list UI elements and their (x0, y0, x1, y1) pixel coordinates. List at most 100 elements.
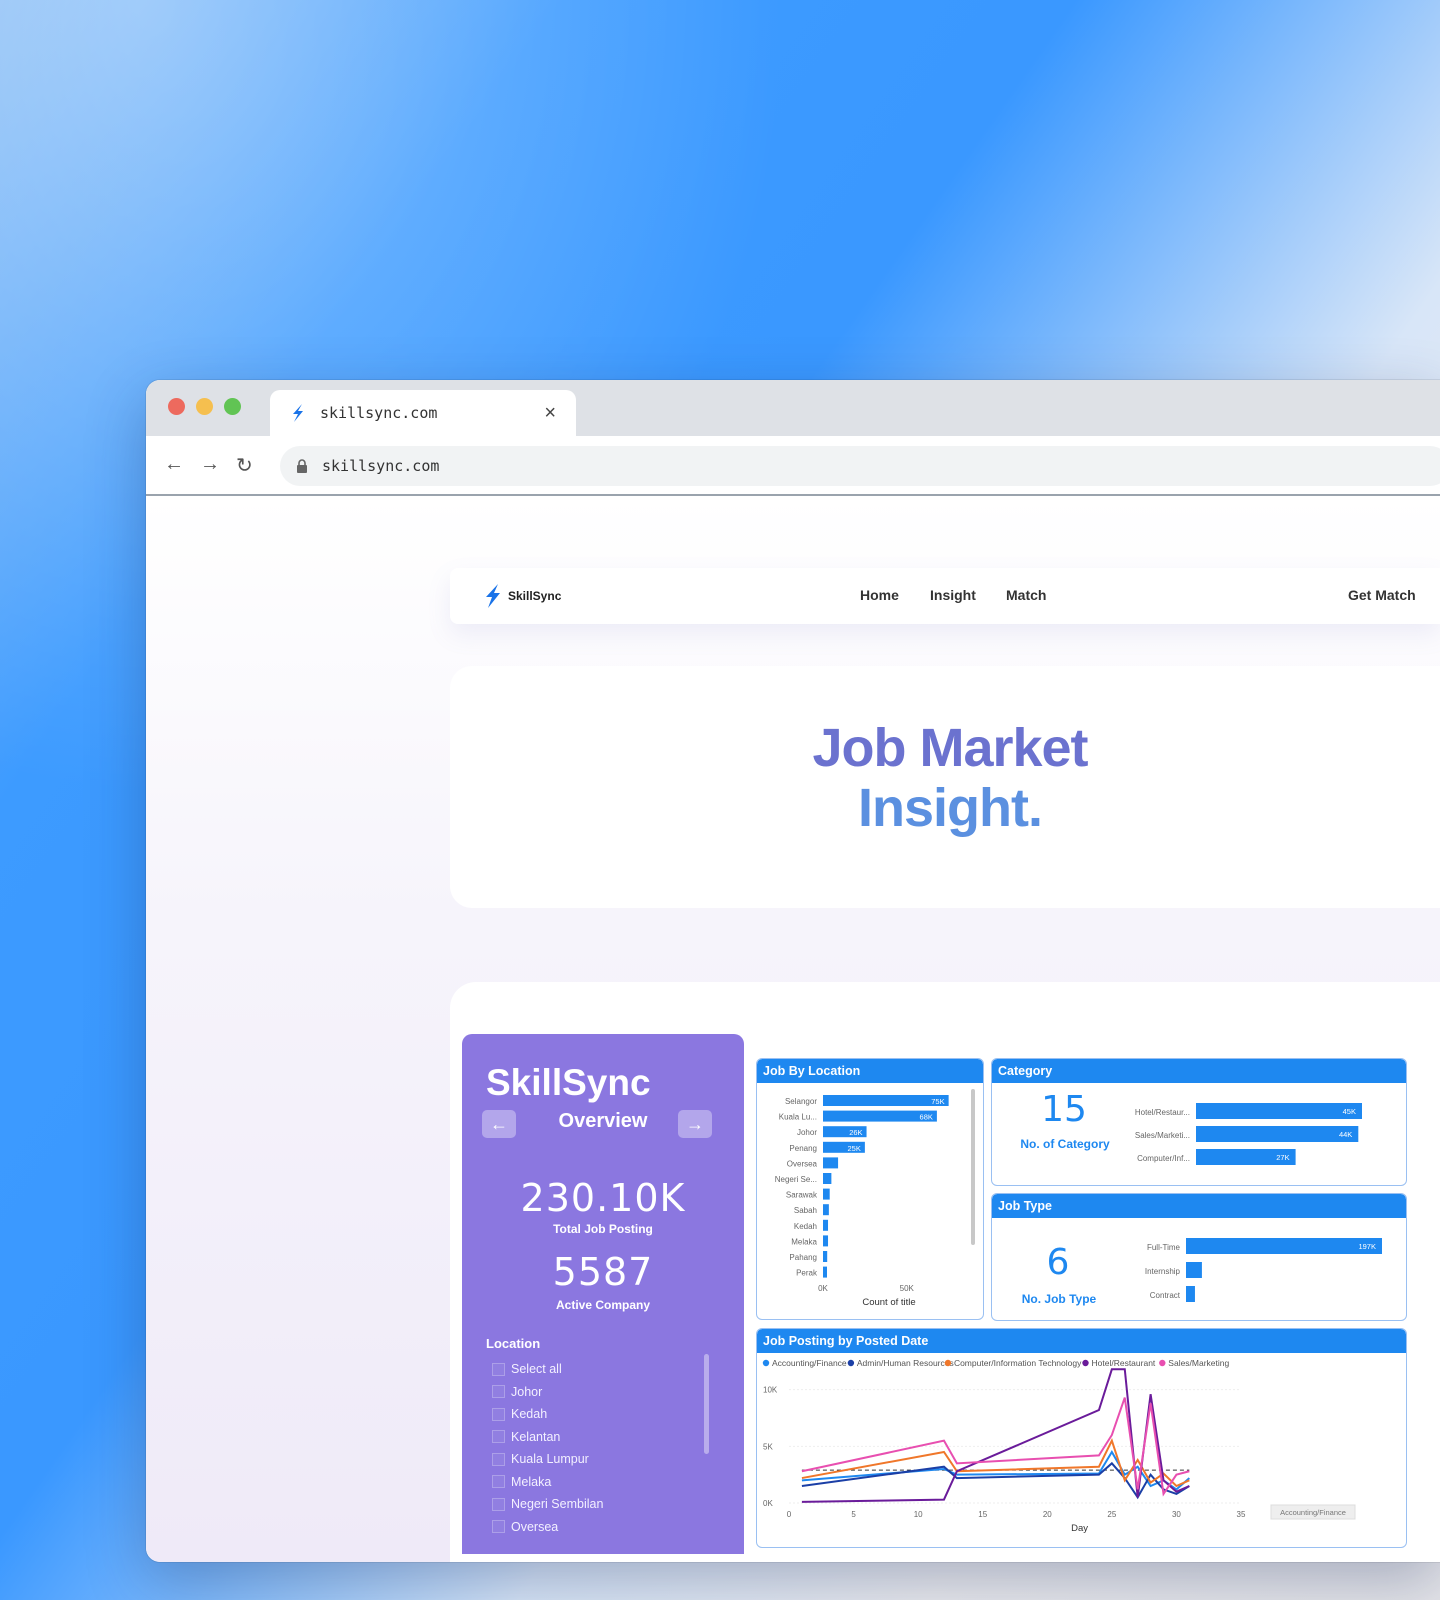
location-option[interactable]: Negeri Sembilan (492, 1493, 603, 1516)
job-type-card: Job Type 6 No. Job Type Full-Time 197K Int… (991, 1193, 1407, 1321)
nav-match[interactable]: Match (1006, 587, 1046, 603)
bar-label: Sales/Marketi... (1135, 1131, 1190, 1140)
nav-home[interactable]: Home (860, 587, 899, 603)
lock-icon (297, 459, 307, 473)
bar-label: Johor (797, 1128, 817, 1137)
bar (1186, 1238, 1382, 1254)
category-count-label: No. of Category (1020, 1137, 1110, 1151)
bolt-logo-icon (486, 584, 500, 608)
bar-label: Internship (1145, 1267, 1181, 1276)
x-tick-label: 10 (914, 1510, 923, 1519)
bar (823, 1157, 839, 1169)
bar (823, 1173, 832, 1184)
bar-label: Negeri Se... (775, 1175, 817, 1184)
job-type-count-label: No. Job Type (1021, 1292, 1097, 1306)
location-scrollbar[interactable] (704, 1354, 709, 1454)
bar (823, 1188, 830, 1200)
posting-by-date-chart: Accounting/Finance Admin/Human Resources C… (762, 1358, 1356, 1534)
browser-tab[interactable]: skillsync.com × (270, 390, 576, 436)
bar-label: Melaka (791, 1237, 817, 1246)
bar (823, 1219, 829, 1231)
x-tick-label: 0 (787, 1510, 792, 1519)
x-axis-title: Day (1071, 1523, 1088, 1534)
location-option-label: Kelantan (511, 1429, 561, 1444)
bar-label: Perak (796, 1269, 818, 1278)
reload-icon[interactable]: ↻ (236, 453, 253, 478)
browser-window: skillsync.com × ← → ↻ skillsync.com Skil… (146, 380, 1440, 1562)
series-line (801, 1397, 1190, 1497)
bar-label: Sarawak (786, 1191, 818, 1200)
location-option[interactable]: Kedah (492, 1403, 603, 1426)
checkbox[interactable] (492, 1362, 505, 1376)
location-option-label: Melaka (511, 1474, 552, 1489)
x-tick-label: 15 (978, 1510, 987, 1519)
legend-marker (1082, 1359, 1089, 1367)
location-option[interactable]: Select all (492, 1358, 603, 1381)
location-option[interactable]: Kelantan (492, 1426, 603, 1449)
bar-label: Selangor (785, 1097, 817, 1106)
location-option[interactable]: Melaka (492, 1471, 603, 1494)
checkbox[interactable] (492, 1385, 505, 1399)
nav-insight[interactable]: Insight (930, 587, 976, 603)
x-tick-label: 30 (1172, 1510, 1181, 1519)
tab-strip: skillsync.com × (146, 380, 1440, 436)
close-tab-icon[interactable]: × (544, 402, 556, 425)
y-tick-label: 10K (763, 1386, 778, 1395)
checkbox[interactable] (492, 1475, 505, 1489)
location-filter-list: Select all Johor Kedah Kelantan Kuala Lu… (492, 1358, 603, 1538)
back-icon[interactable]: ← (164, 453, 184, 476)
location-option[interactable]: Johor (492, 1381, 603, 1404)
page-content: SkillSync Home Insight Match Get Match J… (146, 496, 1440, 1562)
data-label: 197K (1358, 1242, 1376, 1251)
x-tick-label: 20 (1043, 1510, 1052, 1519)
location-option-label: Negeri Sembilan (511, 1497, 604, 1512)
x-tick-label: 50K (900, 1284, 915, 1293)
bar (823, 1235, 829, 1247)
bar-label: Computer/Inf... (1137, 1154, 1190, 1163)
location-option[interactable]: Kuala Lumpur (492, 1448, 603, 1471)
close-window-dot[interactable] (168, 398, 185, 415)
bar (823, 1204, 829, 1216)
category-count: 15 (1041, 1089, 1087, 1130)
job-type-chart: Full-Time 197K Internship Contract (1145, 1238, 1382, 1302)
series-line (801, 1368, 1190, 1503)
minimize-window-dot[interactable] (196, 398, 213, 415)
address-bar[interactable]: skillsync.com (280, 446, 1440, 486)
title-line-2: Insight. (858, 778, 1043, 838)
next-arrow-icon[interactable]: → (678, 1110, 712, 1138)
checkbox[interactable] (492, 1452, 505, 1466)
hero-card: Job Market Insight. (450, 666, 1440, 908)
x-tick-label: 25 (1107, 1510, 1116, 1519)
legend-label: Admin/Human Resources (857, 1358, 954, 1368)
title-line-1: Job Market (812, 718, 1088, 778)
y-tick-label: 0K (763, 1499, 773, 1508)
sidebar-brand: SkillSync (486, 1062, 651, 1103)
checkbox[interactable] (492, 1497, 505, 1511)
get-match-button[interactable]: Get Match (1348, 587, 1416, 603)
card-title: Category (992, 1059, 1406, 1083)
job-type-count: 6 (1046, 1242, 1070, 1283)
bar (1196, 1126, 1359, 1142)
forward-icon[interactable]: → (200, 453, 220, 476)
location-filter-title: Location (486, 1336, 541, 1351)
posting-by-date-card: Job Posting by Posted Date Accounting/Fi… (756, 1328, 1407, 1548)
data-label: 44K (1339, 1130, 1352, 1139)
bar (823, 1266, 827, 1278)
site-navbar: SkillSync Home Insight Match Get Match (450, 568, 1440, 624)
card-title: Job Posting by Posted Date (757, 1329, 1406, 1353)
x-tick-label: 35 (1237, 1510, 1246, 1519)
checkbox[interactable] (492, 1407, 505, 1421)
location-option[interactable]: Oversea (492, 1516, 603, 1539)
x-axis-title: Count of title (862, 1297, 915, 1308)
checkbox[interactable] (492, 1520, 505, 1534)
bar (1186, 1262, 1202, 1278)
maximize-window-dot[interactable] (224, 398, 241, 415)
site-brand[interactable]: SkillSync (484, 584, 561, 608)
location-option-label: Select all (511, 1362, 562, 1377)
bar (1186, 1286, 1195, 1302)
kpi-label: Total Job Posting (553, 1222, 653, 1236)
url-text: skillsync.com (322, 457, 440, 475)
data-label: 68K (920, 1113, 933, 1122)
kpi-active-company: 5587 (552, 1250, 654, 1294)
checkbox[interactable] (492, 1430, 505, 1444)
